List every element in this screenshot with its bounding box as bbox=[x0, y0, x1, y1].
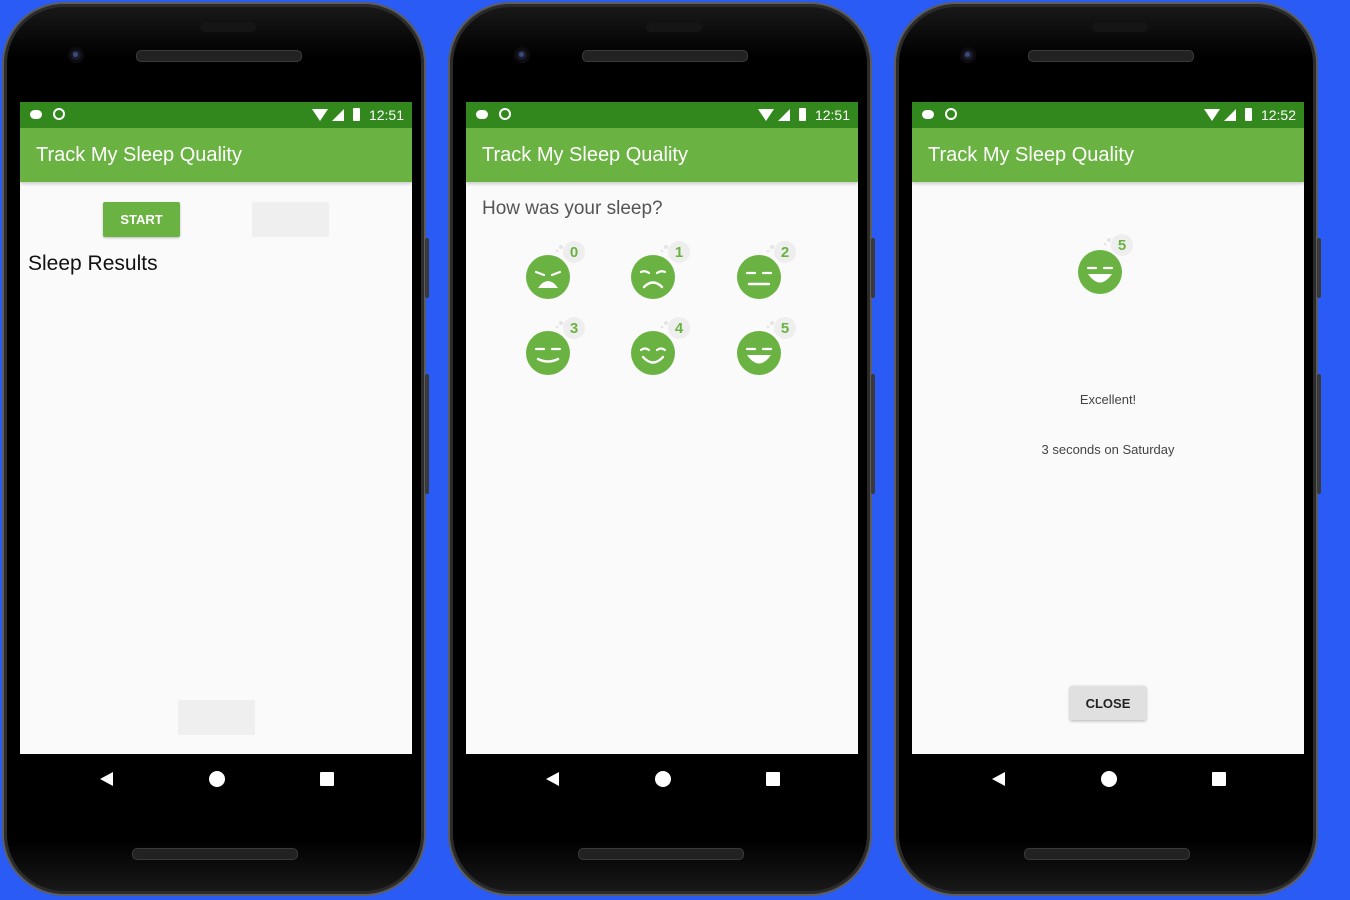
home-icon[interactable] bbox=[655, 771, 671, 787]
navigation-bar bbox=[912, 754, 1304, 806]
volume-button bbox=[425, 374, 429, 494]
app-bar: Track My Sleep Quality bbox=[912, 128, 1304, 182]
sleep-quality-5-icon: 5 bbox=[1078, 234, 1133, 294]
front-camera bbox=[68, 47, 84, 63]
home-icon[interactable] bbox=[209, 771, 225, 787]
sleep-quality-5-button[interactable]: 5 bbox=[735, 316, 809, 378]
sleep-quality-3-icon: 3 bbox=[526, 317, 585, 375]
app-screen: 12:52 Track My Sleep Quality 5 Excellent… bbox=[912, 102, 1304, 754]
notification-cloud-icon bbox=[476, 110, 488, 119]
battery-icon bbox=[1245, 108, 1252, 121]
sleep-quality-image: 5 bbox=[1072, 232, 1146, 298]
recents-icon[interactable] bbox=[766, 772, 780, 786]
app-screen: 12:51 Track My Sleep Quality How was you… bbox=[466, 102, 858, 754]
sleep-quality-1-button[interactable]: 1 bbox=[629, 240, 703, 302]
recents-icon[interactable] bbox=[320, 772, 334, 786]
svg-text:1: 1 bbox=[675, 244, 683, 261]
svg-text:2: 2 bbox=[781, 244, 789, 261]
app-title: Track My Sleep Quality bbox=[36, 144, 242, 166]
phone-tracker-screen: 12:51 Track My Sleep Quality START Sleep… bbox=[2, 2, 429, 896]
front-camera bbox=[960, 47, 976, 63]
back-icon[interactable] bbox=[546, 772, 559, 786]
wifi-icon bbox=[312, 109, 328, 121]
svg-text:3: 3 bbox=[570, 320, 578, 337]
signal-icon bbox=[332, 109, 344, 121]
status-bar: 12:51 bbox=[466, 102, 858, 128]
bottom-speaker bbox=[578, 848, 744, 860]
earpiece-speaker bbox=[136, 50, 302, 62]
recents-icon[interactable] bbox=[1212, 772, 1226, 786]
clear-button[interactable] bbox=[178, 700, 255, 735]
navigation-bar bbox=[20, 754, 412, 806]
phone-quality-screen: 12:51 Track My Sleep Quality How was you… bbox=[448, 2, 875, 896]
close-button[interactable]: CLOSE bbox=[1070, 686, 1146, 720]
back-icon[interactable] bbox=[992, 772, 1005, 786]
svg-text:4: 4 bbox=[675, 320, 684, 337]
quality-string: Excellent! bbox=[1079, 392, 1137, 407]
sleep-quality-4-icon: 4 bbox=[631, 317, 690, 375]
svg-text:5: 5 bbox=[1118, 237, 1126, 254]
sleep-length-text: 3 seconds on Saturday bbox=[1041, 442, 1175, 457]
proximity-sensor bbox=[1092, 22, 1148, 32]
notification-circle-icon bbox=[945, 108, 957, 120]
notification-cloud-icon bbox=[30, 110, 42, 119]
start-button[interactable]: START bbox=[103, 202, 180, 237]
app-title: Track My Sleep Quality bbox=[928, 144, 1134, 166]
app-title: Track My Sleep Quality bbox=[482, 144, 688, 166]
front-camera bbox=[514, 47, 530, 63]
status-bar: 12:52 bbox=[912, 102, 1304, 128]
power-button bbox=[425, 238, 429, 298]
battery-icon bbox=[799, 108, 806, 121]
app-bar: Track My Sleep Quality bbox=[466, 128, 858, 182]
sleep-question: How was your sleep? bbox=[482, 198, 663, 219]
bottom-speaker bbox=[132, 848, 298, 860]
back-icon[interactable] bbox=[100, 772, 113, 786]
signal-icon bbox=[778, 109, 790, 121]
sleep-quality-5-icon: 5 bbox=[737, 317, 796, 375]
sleep-quality-4-button[interactable]: 4 bbox=[629, 316, 703, 378]
svg-text:0: 0 bbox=[570, 244, 578, 261]
power-button bbox=[871, 238, 875, 298]
home-icon[interactable] bbox=[1101, 771, 1117, 787]
sleep-quality-2-button[interactable]: 2 bbox=[735, 240, 809, 302]
signal-icon bbox=[1224, 109, 1236, 121]
sleep-quality-1-icon: 1 bbox=[631, 241, 690, 299]
app-bar: Track My Sleep Quality bbox=[20, 128, 412, 182]
svg-text:5: 5 bbox=[781, 320, 789, 337]
wifi-icon bbox=[758, 109, 774, 121]
earpiece-speaker bbox=[582, 50, 748, 62]
stop-button[interactable] bbox=[252, 202, 329, 237]
status-bar: 12:51 bbox=[20, 102, 412, 128]
proximity-sensor bbox=[646, 22, 702, 32]
status-time: 12:51 bbox=[814, 107, 850, 123]
sleep-quality-3-button[interactable]: 3 bbox=[524, 316, 598, 378]
phone-detail-screen: 12:52 Track My Sleep Quality 5 Excellent… bbox=[894, 2, 1321, 896]
notification-circle-icon bbox=[53, 108, 65, 120]
navigation-bar bbox=[466, 754, 858, 806]
sleep-quality-2-icon: 2 bbox=[737, 241, 796, 299]
status-time: 12:51 bbox=[368, 107, 404, 123]
notification-circle-icon bbox=[499, 108, 511, 120]
proximity-sensor bbox=[200, 22, 256, 32]
sleep-quality-0-icon: 0 bbox=[526, 241, 585, 299]
power-button bbox=[1317, 238, 1321, 298]
notification-cloud-icon bbox=[922, 110, 934, 119]
sleep-quality-0-button[interactable]: 0 bbox=[524, 240, 598, 302]
volume-button bbox=[871, 374, 875, 494]
earpiece-speaker bbox=[1028, 50, 1194, 62]
battery-icon bbox=[353, 108, 360, 121]
wifi-icon bbox=[1204, 109, 1220, 121]
status-time: 12:52 bbox=[1260, 107, 1296, 123]
volume-button bbox=[1317, 374, 1321, 494]
bottom-speaker bbox=[1024, 848, 1190, 860]
app-screen: 12:51 Track My Sleep Quality START Sleep… bbox=[20, 102, 412, 754]
sleep-results-text: Sleep Results bbox=[28, 252, 158, 275]
